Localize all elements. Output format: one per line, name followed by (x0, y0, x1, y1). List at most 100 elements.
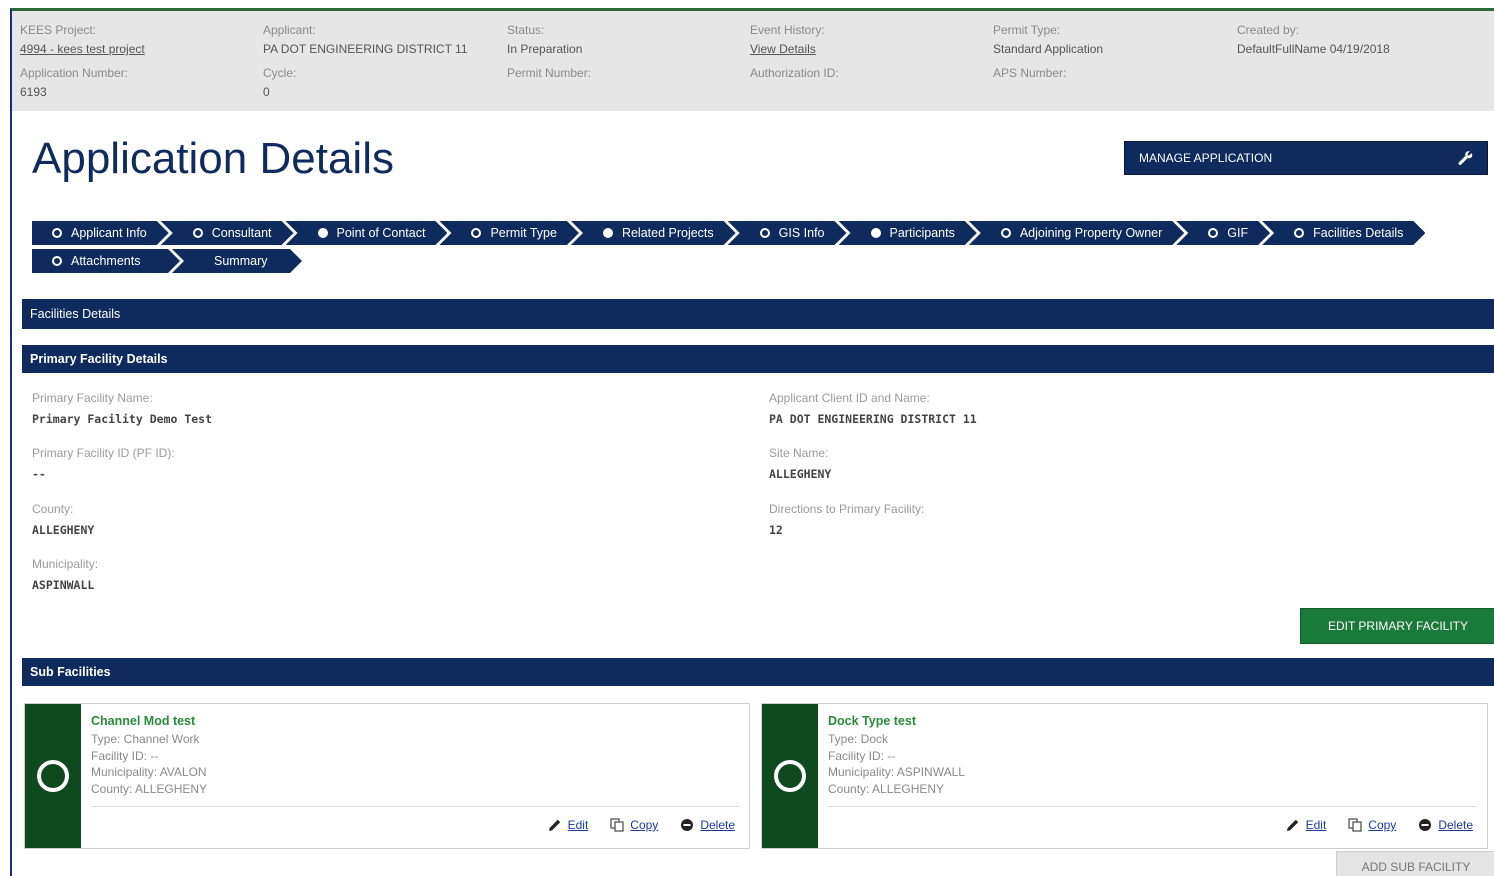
copy-link[interactable]: Copy (1348, 818, 1396, 832)
manage-application-button[interactable]: MANAGE APPLICATION (1124, 141, 1488, 175)
event-history-label: Event History: (750, 23, 825, 37)
sub-facility-id: Facility ID: -- (91, 748, 159, 763)
municipality-label: Municipality: (32, 557, 99, 571)
step-summary[interactable]: Summary (172, 249, 302, 273)
info-cycle: Cycle: 0 (263, 64, 296, 102)
field-applicant-client: Applicant Client ID and Name: PA DOT ENG… (769, 388, 977, 430)
circle-icon (774, 760, 806, 792)
wizard-steps: Applicant Info Consultant Point of Conta… (32, 221, 1494, 277)
kees-project-link[interactable]: 4994 - kees test project (20, 40, 145, 59)
step-attachments[interactable]: Attachments (32, 249, 180, 273)
permit-type-label: Permit Type: (993, 23, 1061, 37)
primary-facility-details-header: Primary Facility Details (22, 345, 1494, 373)
sub-facilities-header: Sub Facilities (22, 658, 1494, 686)
copy-icon (1348, 818, 1362, 832)
application-number-value: 6193 (20, 85, 47, 99)
copy-link-label: Copy (1368, 818, 1397, 832)
info-permit-type: Permit Type: Standard Application (993, 21, 1103, 59)
step-gif[interactable]: GIF (1176, 221, 1270, 245)
edit-link-label: Edit (567, 818, 589, 832)
page-title: Application Details (32, 134, 394, 183)
edit-link[interactable]: Edit (548, 818, 589, 832)
step-status-icon (193, 228, 203, 238)
step-label: GIF (1227, 226, 1249, 240)
step-label: Facilities Details (1313, 226, 1404, 240)
step-adjoining-property-owner[interactable]: Adjoining Property Owner (969, 221, 1184, 245)
primary-facility-id-label: Primary Facility ID (PF ID): (32, 446, 175, 460)
kees-project-label: KEES Project: (20, 23, 97, 37)
field-county: County: ALLEGHENY (32, 499, 94, 541)
sub-facility-title: Dock Type test (828, 714, 916, 728)
edit-link-label: Edit (1305, 818, 1327, 832)
add-sub-facility-button[interactable]: ADD SUB FACILITY (1336, 851, 1494, 876)
delete-link[interactable]: Delete (680, 818, 735, 832)
step-label: Point of Contact (336, 226, 426, 240)
step-applicant-info[interactable]: Applicant Info (32, 221, 169, 245)
sub-facility-id: Facility ID: -- (828, 748, 896, 763)
step-label: Applicant Info (71, 226, 147, 240)
copy-icon (610, 818, 624, 832)
edit-primary-facility-button[interactable]: EDIT PRIMARY FACILITY (1300, 608, 1494, 644)
sub-facility-county: County: ALLEGHENY (91, 781, 208, 796)
sub-facility-details: Type: Dock Facility ID: -- Municipality:… (828, 731, 965, 797)
county-label: County: (32, 502, 74, 516)
step-point-of-contact[interactable]: Point of Contact (286, 221, 448, 245)
step-consultant[interactable]: Consultant (161, 221, 294, 245)
sub-facility-title: Channel Mod test (91, 714, 196, 728)
applicant-client-label: Applicant Client ID and Name: (769, 391, 930, 405)
step-status-icon (52, 256, 62, 266)
step-label: Participants (889, 226, 955, 240)
applicant-value: PA DOT ENGINEERING DISTRICT 11 (263, 42, 468, 56)
delete-icon (681, 819, 694, 831)
permit-type-value: Standard Application (993, 42, 1104, 56)
step-label: Permit Type (490, 226, 557, 240)
field-directions: Directions to Primary Facility: 12 (769, 499, 924, 541)
card-side-panel (25, 704, 81, 848)
step-label: Consultant (211, 226, 272, 240)
copy-link[interactable]: Copy (610, 818, 658, 832)
step-label: Attachments (71, 254, 141, 268)
directions-label: Directions to Primary Facility: (769, 502, 925, 516)
step-participants[interactable]: Participants (839, 221, 977, 245)
step-label: Summary (214, 254, 268, 268)
wizard-steps-row-1: Applicant Info Consultant Point of Conta… (32, 221, 1494, 247)
created-by-value: DefaultFullName 04/19/2018 (1237, 42, 1390, 56)
card-actions: Edit Copy Delete (548, 818, 735, 832)
info-created-by: Created by: DefaultFullName 04/19/2018 (1237, 21, 1390, 59)
directions-value: 12 (769, 523, 783, 537)
info-authorization-id: Authorization ID: (750, 64, 839, 83)
step-related-projects[interactable]: Related Projects (571, 221, 736, 245)
permit-number-label: Permit Number: (507, 66, 592, 80)
primary-facility-name-value: Primary Facility Demo Test (32, 412, 213, 426)
status-value: In Preparation (507, 42, 583, 56)
step-label: Related Projects (621, 226, 714, 240)
step-status-icon (471, 228, 481, 238)
facilities-details-header: Facilities Details (22, 299, 1494, 329)
aps-number-label: APS Number: (993, 66, 1067, 80)
manage-application-label: MANAGE APPLICATION (1139, 151, 1273, 165)
field-primary-facility-name: Primary Facility Name: Primary Facility … (32, 388, 212, 430)
delete-link-label: Delete (1438, 818, 1473, 832)
step-status-icon (52, 228, 62, 238)
sub-facility-municipality: Municipality: ASPINWALL (828, 765, 965, 779)
step-status-icon (1208, 228, 1218, 238)
site-name-label: Site Name: (769, 446, 829, 460)
application-info-bar: KEES Project: 4994 - kees test project A… (12, 11, 1494, 111)
field-site-name: Site Name: ALLEGHENY (769, 443, 831, 485)
step-permit-type[interactable]: Permit Type (439, 221, 578, 245)
card-divider (828, 806, 1477, 807)
info-status: Status: In Preparation (507, 21, 582, 59)
cycle-label: Cycle: (263, 66, 297, 80)
delete-link[interactable]: Delete (1418, 818, 1473, 832)
wrench-icon (1458, 151, 1473, 165)
field-municipality: Municipality: ASPINWALL (32, 554, 98, 596)
info-event-history: Event History: View Details (750, 21, 825, 59)
sub-facility-type: Type: Channel Work (91, 732, 200, 746)
edit-link[interactable]: Edit (1286, 818, 1327, 832)
step-label: GIS Info (778, 226, 825, 240)
step-gis-info[interactable]: GIS Info (728, 221, 847, 245)
view-details-link[interactable]: View Details (750, 40, 825, 59)
step-facilities-details[interactable]: Facilities Details (1262, 221, 1425, 245)
sub-facility-municipality: Municipality: AVALON (91, 765, 207, 779)
step-status-icon (871, 228, 881, 238)
